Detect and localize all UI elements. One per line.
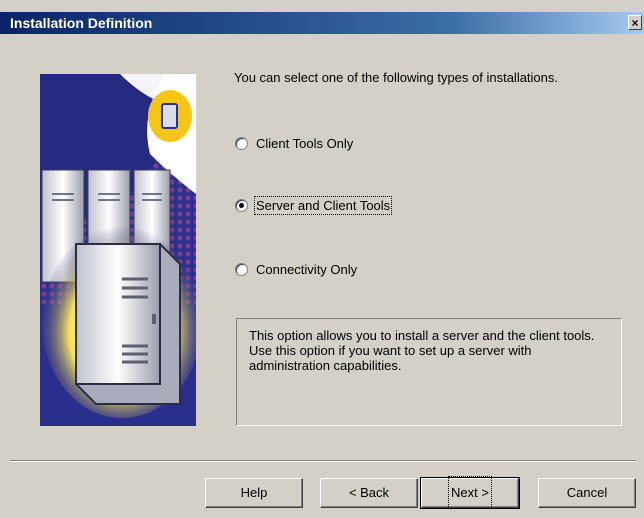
close-icon: × bbox=[631, 16, 639, 30]
next-button[interactable]: Next > bbox=[420, 476, 520, 509]
server-illustration bbox=[40, 74, 196, 426]
button-separator bbox=[10, 460, 636, 462]
back-button[interactable]: < Back bbox=[320, 478, 418, 508]
option-client-tools-only[interactable]: Client Tools Only bbox=[235, 136, 353, 151]
cancel-button[interactable]: Cancel bbox=[538, 478, 636, 508]
close-button[interactable]: × bbox=[628, 15, 642, 30]
help-button[interactable]: Help bbox=[205, 478, 303, 508]
option-connectivity-only[interactable]: Connectivity Only bbox=[235, 262, 357, 277]
radio-server-and-client-tools[interactable] bbox=[235, 199, 248, 212]
title-bar: Installation Definition × bbox=[0, 12, 644, 34]
radio-connectivity-only[interactable] bbox=[235, 263, 248, 276]
intro-text: You can select one of the following type… bbox=[234, 70, 559, 85]
option-server-and-client-tools[interactable]: Server and Client Tools bbox=[235, 196, 393, 215]
option-label[interactable]: Server and Client Tools bbox=[253, 196, 393, 215]
radio-client-tools-only[interactable] bbox=[235, 137, 248, 150]
option-label[interactable]: Connectivity Only bbox=[256, 262, 357, 277]
option-label[interactable]: Client Tools Only bbox=[256, 136, 353, 151]
installation-artwork bbox=[40, 74, 196, 426]
option-description: This option allows you to install a serv… bbox=[236, 318, 622, 426]
window-title: Installation Definition bbox=[10, 15, 153, 31]
